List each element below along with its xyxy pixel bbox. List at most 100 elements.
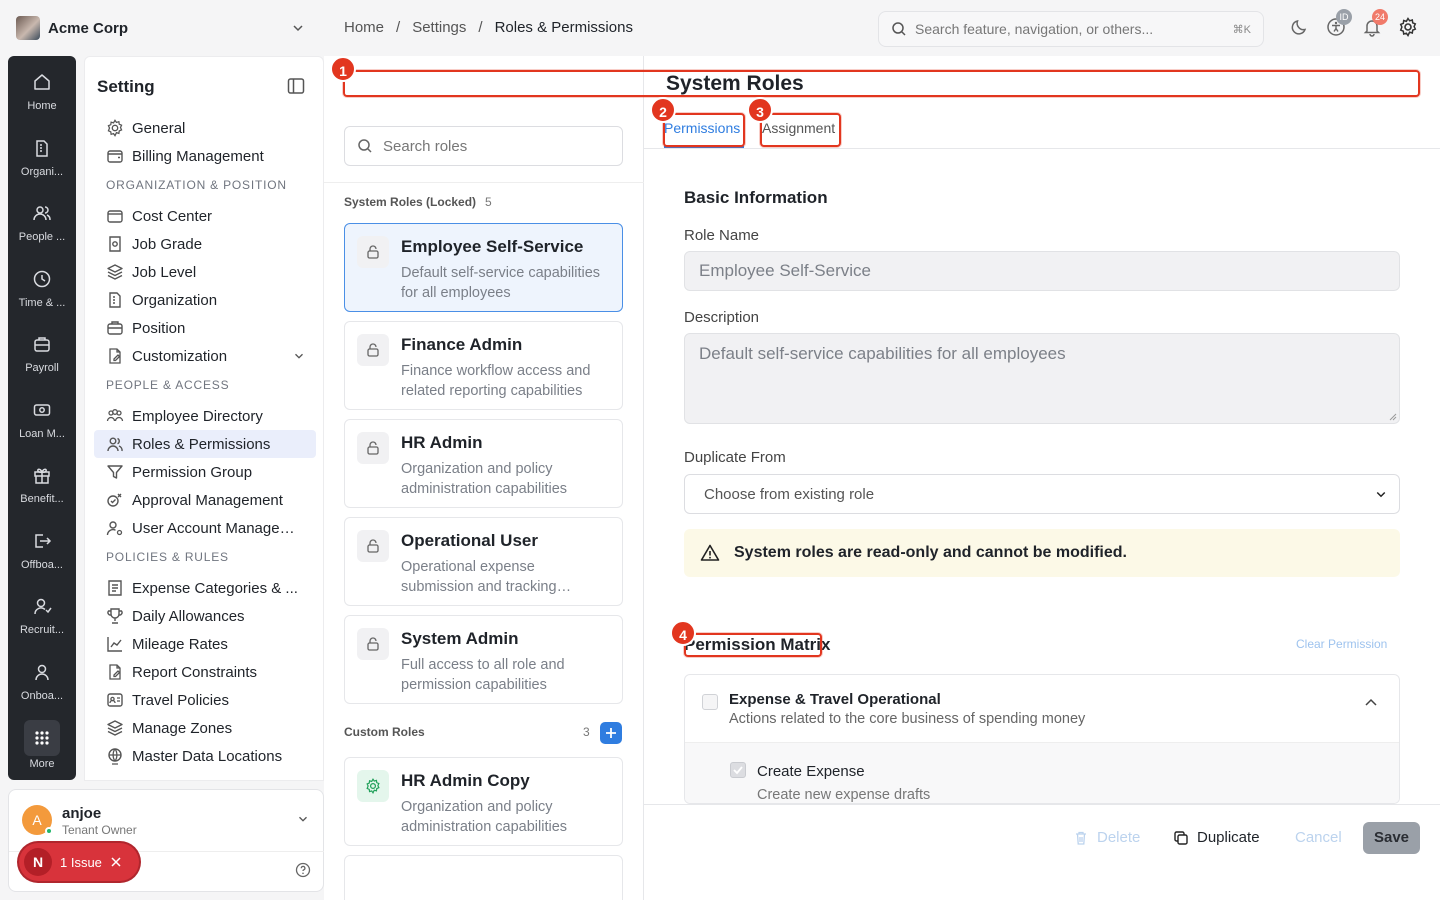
settings-item-organization[interactable]: Organization (94, 286, 316, 314)
breadcrumb-settings[interactable]: Settings (412, 19, 466, 36)
role-name-field[interactable]: Employee Self-Service (684, 251, 1400, 291)
role-description: Operational expense submission and track… (401, 559, 557, 595)
approval-icon (106, 491, 124, 509)
settings-item-daily-allowances[interactable]: Daily Allowances (94, 602, 316, 630)
permission-group-row[interactable]: Expense & Travel Operational Actions rel… (685, 675, 1399, 743)
rail-item-benefits[interactable]: Benefit... (8, 465, 76, 525)
permission-group-title: Expense & Travel Operational (729, 691, 941, 708)
settings-item-billing[interactable]: Billing Management (94, 142, 316, 170)
duplicate-button[interactable]: Duplicate (1173, 829, 1260, 846)
settings-item-master-data-locations[interactable]: Master Data Locations (94, 742, 316, 770)
settings-item-position[interactable]: Position (94, 314, 316, 342)
permission-checkbox[interactable] (730, 762, 746, 778)
role-card-hr-admin[interactable]: HR Admin Organization and policy adminis… (344, 419, 623, 508)
system-roles-heading: System Roles (Locked) (344, 195, 477, 209)
breadcrumb-separator: / (478, 19, 483, 36)
role-card-hr-admin-copy[interactable]: HR Admin Copy Organization and policy ad… (344, 757, 623, 846)
plus-icon (605, 727, 617, 739)
save-button[interactable]: Save (1363, 822, 1420, 854)
close-icon[interactable] (110, 856, 122, 868)
warning-icon (700, 543, 720, 563)
delete-label: Delete (1097, 829, 1141, 846)
chevron-down-icon[interactable] (296, 812, 310, 826)
clear-permission-link[interactable]: Clear Permission (1296, 637, 1387, 651)
role-description: Finance workflow access and related repo… (401, 363, 591, 399)
settings-item-employee-directory[interactable]: Employee Directory (94, 402, 316, 430)
group-checkbox[interactable] (702, 694, 718, 710)
filter-icon (106, 463, 124, 481)
settings-item-expense-categories[interactable]: Expense Categories & ... (94, 574, 316, 602)
roles-search-placeholder: Search roles (383, 137, 468, 155)
settings-item-approval-management[interactable]: Approval Management (94, 486, 316, 514)
warning-text: System roles are read-only and cannot be… (734, 544, 1127, 561)
avatar: A (22, 805, 53, 835)
rail-more-button[interactable] (24, 720, 60, 756)
settings-item-travel-policies[interactable]: Travel Policies (94, 686, 316, 714)
rail-item-people[interactable]: People ... (8, 203, 76, 263)
rail-label: Organi... (20, 166, 64, 178)
rail-item-loan[interactable]: Loan M... (8, 400, 76, 460)
issue-label: 1 Issue (60, 854, 102, 870)
bell-icon[interactable]: 24 (1362, 9, 1388, 37)
settings-item-permission-group[interactable]: Permission Group (94, 458, 316, 486)
rail-label: Onboa... (20, 690, 64, 702)
settings-item-report-constraints[interactable]: Report Constraints (94, 658, 316, 686)
settings-item-manage-zones[interactable]: Manage Zones (94, 714, 316, 742)
chevron-down-icon[interactable] (292, 349, 306, 363)
wallet-icon (106, 207, 124, 225)
settings-item-mileage-rates[interactable]: Mileage Rates (94, 630, 316, 658)
duplicate-from-select[interactable]: Choose from existing role (684, 474, 1400, 514)
permission-matrix: Expense & Travel Operational Actions rel… (684, 674, 1400, 804)
settings-item-job-level[interactable]: Job Level (94, 258, 316, 286)
settings-item-cost-center[interactable]: Cost Center (94, 202, 316, 230)
rail-item-organization[interactable]: Organi... (8, 138, 76, 198)
role-description: Default self-service capabilities for al… (401, 265, 601, 301)
role-card-finance-admin[interactable]: Finance Admin Finance workflow access an… (344, 321, 623, 410)
gear-icon[interactable] (1398, 17, 1418, 37)
rail-item-recruitment[interactable]: Recruit... (8, 596, 76, 656)
settings-item-label: Expense Categories & ... (132, 579, 298, 597)
search-shortcut: ⌘K (1232, 23, 1251, 36)
annotation-marker: 3 (747, 97, 773, 123)
basic-information-heading: Basic Information (684, 188, 828, 207)
role-card-operational-user[interactable]: Operational User Operational expense sub… (344, 517, 623, 606)
moon-icon[interactable] (1290, 17, 1310, 37)
settings-item-roles-permissions[interactable]: Roles & Permissions (94, 430, 316, 458)
rail-item-time[interactable]: Time & ... (8, 269, 76, 329)
roles-list-panel: Search roles System Roles (Locked) 5 Emp… (324, 56, 644, 900)
delete-button[interactable]: Delete (1073, 829, 1140, 846)
settings-item-general[interactable]: General (94, 114, 316, 142)
settings-item-label: Cost Center (132, 207, 213, 225)
role-description: Full access to all role and permission c… (401, 657, 565, 693)
settings-item-customization[interactable]: Customization (94, 342, 316, 370)
settings-item-job-grade[interactable]: Job Grade (94, 230, 316, 258)
chevron-up-icon[interactable] (1363, 695, 1379, 711)
people-icon (106, 435, 124, 453)
role-card-system-admin[interactable]: System Admin Full access to all role and… (344, 615, 623, 704)
rail-item-onboarding[interactable]: Onboa... (8, 662, 76, 722)
language-badge: ID (1336, 9, 1352, 25)
issue-indicator[interactable]: N 1 Issue (19, 843, 139, 881)
breadcrumb-home[interactable]: Home (344, 19, 384, 36)
add-role-button[interactable] (600, 722, 622, 744)
lock-icon (357, 628, 389, 660)
role-card-employee-self-service[interactable]: Employee Self-Service Default self-servi… (344, 223, 623, 312)
role-name: System Admin (401, 629, 519, 648)
rail-item-home[interactable]: Home (8, 72, 76, 132)
cancel-button[interactable]: Cancel (1295, 829, 1342, 846)
roles-search-input[interactable]: Search roles (344, 126, 623, 166)
building-icon (106, 291, 124, 309)
resize-handle-icon[interactable] (1389, 413, 1397, 421)
rail-item-offboarding[interactable]: Offboa... (8, 531, 76, 591)
role-card-partial[interactable] (344, 855, 623, 900)
accessibility-icon[interactable]: ID (1326, 9, 1352, 37)
help-icon[interactable] (295, 862, 311, 878)
wallet-icon (106, 147, 124, 165)
org-switcher[interactable]: Acme Corp (16, 16, 312, 40)
permission-row[interactable]: Create Expense Create new expense drafts (685, 743, 1399, 803)
rail-item-payroll[interactable]: Payroll (8, 334, 76, 394)
global-search[interactable]: Search feature, navigation, or others...… (878, 11, 1264, 47)
description-field[interactable]: Default self-service capabilities for al… (684, 333, 1400, 424)
sidebar-collapse-icon[interactable] (287, 77, 305, 95)
settings-item-user-account[interactable]: User Account Managem... (94, 514, 316, 542)
